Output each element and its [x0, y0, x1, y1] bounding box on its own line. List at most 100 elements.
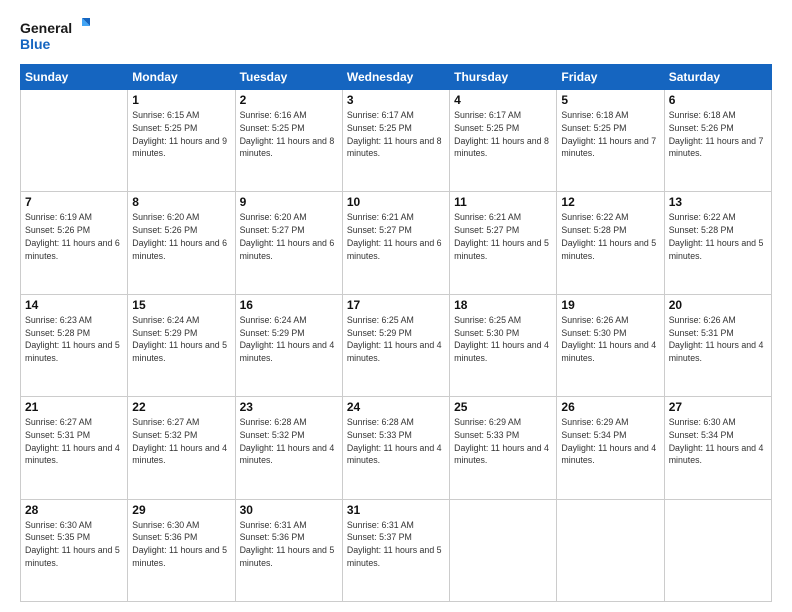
calendar-week-5: 28 Sunrise: 6:30 AM Sunset: 5:35 PM Dayli… — [21, 499, 772, 601]
day-info: Sunrise: 6:24 AM Sunset: 5:29 PM Dayligh… — [240, 314, 338, 365]
day-info: Sunrise: 6:15 AM Sunset: 5:25 PM Dayligh… — [132, 109, 230, 160]
calendar-cell: 10 Sunrise: 6:21 AM Sunset: 5:27 PM Dayli… — [342, 192, 449, 294]
day-number: 21 — [25, 400, 123, 414]
calendar-week-4: 21 Sunrise: 6:27 AM Sunset: 5:31 PM Dayli… — [21, 397, 772, 499]
day-info: Sunrise: 6:20 AM Sunset: 5:26 PM Dayligh… — [132, 211, 230, 262]
calendar-cell: 12 Sunrise: 6:22 AM Sunset: 5:28 PM Dayli… — [557, 192, 664, 294]
day-number: 2 — [240, 93, 338, 107]
day-info: Sunrise: 6:28 AM Sunset: 5:33 PM Dayligh… — [347, 416, 445, 467]
day-info: Sunrise: 6:24 AM Sunset: 5:29 PM Dayligh… — [132, 314, 230, 365]
calendar-cell: 21 Sunrise: 6:27 AM Sunset: 5:31 PM Dayli… — [21, 397, 128, 499]
day-info: Sunrise: 6:18 AM Sunset: 5:25 PM Dayligh… — [561, 109, 659, 160]
day-number: 30 — [240, 503, 338, 517]
day-info: Sunrise: 6:25 AM Sunset: 5:29 PM Dayligh… — [347, 314, 445, 365]
day-number: 28 — [25, 503, 123, 517]
calendar-cell: 25 Sunrise: 6:29 AM Sunset: 5:33 PM Dayli… — [450, 397, 557, 499]
day-header-monday: Monday — [128, 65, 235, 90]
calendar-cell: 15Sunrise: 6:24 AM Sunset: 5:29 PM Dayli… — [128, 294, 235, 396]
calendar-cell: 7 Sunrise: 6:19 AM Sunset: 5:26 PM Daylig… — [21, 192, 128, 294]
day-info: Sunrise: 6:26 AM Sunset: 5:31 PM Dayligh… — [669, 314, 767, 365]
day-header-wednesday: Wednesday — [342, 65, 449, 90]
calendar-cell: 9Sunrise: 6:20 AM Sunset: 5:27 PM Daylig… — [235, 192, 342, 294]
day-number: 20 — [669, 298, 767, 312]
day-number: 5 — [561, 93, 659, 107]
day-number: 31 — [347, 503, 445, 517]
day-number: 1 — [132, 93, 230, 107]
day-number: 25 — [454, 400, 552, 414]
day-info: Sunrise: 6:25 AM Sunset: 5:30 PM Dayligh… — [454, 314, 552, 365]
day-info: Sunrise: 6:21 AM Sunset: 5:27 PM Dayligh… — [347, 211, 445, 262]
day-number: 3 — [347, 93, 445, 107]
day-info: Sunrise: 6:16 AM Sunset: 5:25 PM Dayligh… — [240, 109, 338, 160]
day-info: Sunrise: 6:31 AM Sunset: 5:36 PM Dayligh… — [240, 519, 338, 570]
day-header-thursday: Thursday — [450, 65, 557, 90]
day-number: 6 — [669, 93, 767, 107]
day-info: Sunrise: 6:29 AM Sunset: 5:33 PM Dayligh… — [454, 416, 552, 467]
calendar-cell: 1 Sunrise: 6:15 AM Sunset: 5:25 PM Daylig… — [128, 90, 235, 192]
day-info: Sunrise: 6:20 AM Sunset: 5:27 PM Dayligh… — [240, 211, 338, 262]
day-number: 13 — [669, 195, 767, 209]
generalblue-logo-icon: General Blue — [20, 16, 90, 56]
day-number: 18 — [454, 298, 552, 312]
day-number: 11 — [454, 195, 552, 209]
calendar-week-1: 1 Sunrise: 6:15 AM Sunset: 5:25 PM Daylig… — [21, 90, 772, 192]
calendar-cell: 29Sunrise: 6:30 AM Sunset: 5:36 PM Dayli… — [128, 499, 235, 601]
day-number: 7 — [25, 195, 123, 209]
day-number: 23 — [240, 400, 338, 414]
calendar-cell: 4 Sunrise: 6:17 AM Sunset: 5:25 PM Daylig… — [450, 90, 557, 192]
calendar-table: SundayMondayTuesdayWednesdayThursdayFrid… — [20, 64, 772, 602]
day-info: Sunrise: 6:30 AM Sunset: 5:36 PM Dayligh… — [132, 519, 230, 570]
day-number: 24 — [347, 400, 445, 414]
calendar-week-3: 14 Sunrise: 6:23 AM Sunset: 5:28 PM Dayli… — [21, 294, 772, 396]
day-info: Sunrise: 6:21 AM Sunset: 5:27 PM Dayligh… — [454, 211, 552, 262]
calendar-cell: 27 Sunrise: 6:30 AM Sunset: 5:34 PM Dayli… — [664, 397, 771, 499]
calendar-cell: 11 Sunrise: 6:21 AM Sunset: 5:27 PM Dayli… — [450, 192, 557, 294]
day-number: 19 — [561, 298, 659, 312]
day-info: Sunrise: 6:27 AM Sunset: 5:31 PM Dayligh… — [25, 416, 123, 467]
calendar-cell: 14 Sunrise: 6:23 AM Sunset: 5:28 PM Dayli… — [21, 294, 128, 396]
calendar-cell: 5 Sunrise: 6:18 AM Sunset: 5:25 PM Daylig… — [557, 90, 664, 192]
day-info: Sunrise: 6:17 AM Sunset: 5:25 PM Dayligh… — [454, 109, 552, 160]
calendar-cell: 3 Sunrise: 6:17 AM Sunset: 5:25 PM Daylig… — [342, 90, 449, 192]
calendar-cell: 22Sunrise: 6:27 AM Sunset: 5:32 PM Dayli… — [128, 397, 235, 499]
calendar-cell: 24 Sunrise: 6:28 AM Sunset: 5:33 PM Dayli… — [342, 397, 449, 499]
calendar-cell: 8 Sunrise: 6:20 AM Sunset: 5:26 PM Daylig… — [128, 192, 235, 294]
calendar-cell — [450, 499, 557, 601]
day-number: 4 — [454, 93, 552, 107]
calendar-cell: 6 Sunrise: 6:18 AM Sunset: 5:26 PM Daylig… — [664, 90, 771, 192]
calendar-cell: 2 Sunrise: 6:16 AM Sunset: 5:25 PM Daylig… — [235, 90, 342, 192]
day-number: 12 — [561, 195, 659, 209]
day-info: Sunrise: 6:30 AM Sunset: 5:35 PM Dayligh… — [25, 519, 123, 570]
day-number: 16 — [240, 298, 338, 312]
svg-text:Blue: Blue — [20, 36, 51, 52]
day-number: 10 — [347, 195, 445, 209]
calendar-cell — [557, 499, 664, 601]
calendar-cell: 19 Sunrise: 6:26 AM Sunset: 5:30 PM Dayli… — [557, 294, 664, 396]
day-info: Sunrise: 6:18 AM Sunset: 5:26 PM Dayligh… — [669, 109, 767, 160]
calendar-cell: 28 Sunrise: 6:30 AM Sunset: 5:35 PM Dayli… — [21, 499, 128, 601]
calendar-cell: 26Sunrise: 6:29 AM Sunset: 5:34 PM Dayli… — [557, 397, 664, 499]
calendar-cell: 23Sunrise: 6:28 AM Sunset: 5:32 PM Dayli… — [235, 397, 342, 499]
day-number: 17 — [347, 298, 445, 312]
day-info: Sunrise: 6:26 AM Sunset: 5:30 PM Dayligh… — [561, 314, 659, 365]
day-info: Sunrise: 6:22 AM Sunset: 5:28 PM Dayligh… — [561, 211, 659, 262]
day-info: Sunrise: 6:23 AM Sunset: 5:28 PM Dayligh… — [25, 314, 123, 365]
calendar-cell: 31Sunrise: 6:31 AM Sunset: 5:37 PM Dayli… — [342, 499, 449, 601]
day-info: Sunrise: 6:17 AM Sunset: 5:25 PM Dayligh… — [347, 109, 445, 160]
day-info: Sunrise: 6:19 AM Sunset: 5:26 PM Dayligh… — [25, 211, 123, 262]
day-info: Sunrise: 6:27 AM Sunset: 5:32 PM Dayligh… — [132, 416, 230, 467]
day-header-saturday: Saturday — [664, 65, 771, 90]
day-number: 26 — [561, 400, 659, 414]
page: General Blue SundayMondayTuesdayWednesda… — [0, 0, 792, 612]
day-info: Sunrise: 6:30 AM Sunset: 5:34 PM Dayligh… — [669, 416, 767, 467]
calendar-cell: 18 Sunrise: 6:25 AM Sunset: 5:30 PM Dayli… — [450, 294, 557, 396]
calendar-cell — [21, 90, 128, 192]
header: General Blue — [20, 16, 772, 56]
day-number: 8 — [132, 195, 230, 209]
day-number: 14 — [25, 298, 123, 312]
logo: General Blue — [20, 16, 90, 56]
calendar-cell: 13Sunrise: 6:22 AM Sunset: 5:28 PM Dayli… — [664, 192, 771, 294]
calendar-cell — [664, 499, 771, 601]
day-number: 27 — [669, 400, 767, 414]
calendar-cell: 30 Sunrise: 6:31 AM Sunset: 5:36 PM Dayli… — [235, 499, 342, 601]
